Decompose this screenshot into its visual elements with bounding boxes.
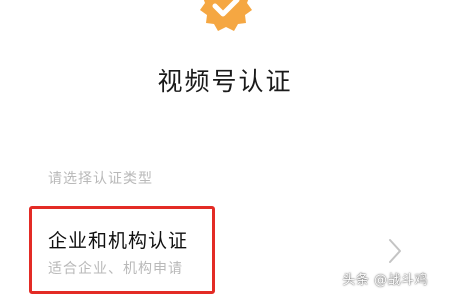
page-title: 视频号认证: [157, 67, 293, 96]
chevron-right-icon: [389, 239, 401, 263]
watermark: 头条 @战斗鸡: [342, 273, 428, 288]
option-description: 适合企业、机构申请: [48, 261, 183, 277]
verified-badge-icon: [200, 0, 252, 31]
option-title: 企业和机构认证: [48, 230, 189, 252]
certification-type-prompt: 请选择认证类型: [48, 171, 153, 187]
